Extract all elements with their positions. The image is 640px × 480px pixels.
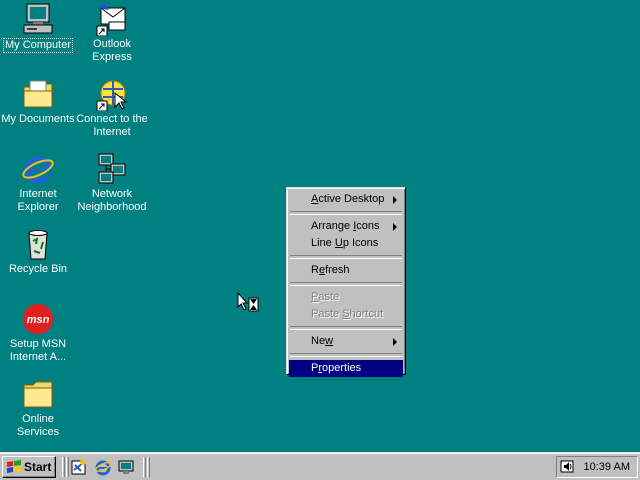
menu-item-new[interactable]: New [289, 333, 403, 350]
menu-item-label: hortcut [349, 308, 384, 320]
online-services-folder-icon [23, 381, 53, 408]
desktop-icon-label: Recycle Bin [8, 263, 68, 275]
desktop-icon-recycle-bin[interactable]: Recycle Bin [0, 227, 76, 276]
desktop-icon-label: Connect to the Internet [76, 113, 148, 138]
desktop-icon-label: Setup MSN Internet A... [9, 338, 67, 363]
menu-item-refresh[interactable]: Refresh [289, 262, 403, 279]
svg-text:msn: msn [27, 314, 50, 326]
msn-setup-icon: msn [23, 304, 53, 334]
toolbar-grip[interactable] [66, 457, 69, 477]
menu-item-arrange-icons[interactable]: Arrange Icons [289, 218, 403, 235]
menu-item-label: R [311, 264, 319, 276]
menu-item-label: operties [322, 362, 362, 374]
menu-item-accelerator: U [334, 237, 343, 249]
submenu-arrow-icon [393, 223, 397, 231]
menu-item-properties[interactable]: Properties [289, 360, 403, 377]
outlook-express-icon [96, 4, 126, 36]
start-label: Start [24, 460, 52, 474]
submenu-arrow-icon [393, 196, 397, 204]
desktop[interactable]: My Computer Outlook Express My Documents [0, 0, 640, 452]
menu-item-active-desktop[interactable]: Active Desktop [289, 191, 403, 208]
toolbar-grip[interactable] [147, 457, 150, 477]
desktop-icon-label: Network Neighborhood [77, 188, 147, 213]
busy-cursor-icon [237, 292, 259, 312]
network-neighborhood-icon [98, 153, 126, 184]
menu-item-line-up-icons[interactable]: Line Up Icons [289, 235, 403, 252]
taskbar: Start 10:39 AM [0, 452, 640, 480]
menu-item-accelerator: w [325, 335, 334, 347]
desktop-icon-label: Online Services [16, 413, 60, 438]
menu-separator [290, 353, 402, 357]
my-computer-icon [23, 3, 53, 34]
volume-icon[interactable] [560, 459, 576, 475]
menu-item-label: Paste [311, 308, 343, 320]
menu-item-paste-shortcut: Paste Shortcut [289, 306, 403, 323]
internet-explorer-icon [22, 156, 54, 184]
menu-item-accelerator: S [342, 308, 350, 320]
start-button[interactable]: Start [2, 456, 56, 478]
submenu-arrow-icon [393, 338, 397, 346]
launch-channels-icon[interactable] [70, 458, 88, 476]
system-tray: 10:39 AM [556, 456, 638, 478]
menu-item-label: fresh [325, 264, 350, 276]
taskbar-clock[interactable]: 10:39 AM [584, 461, 630, 473]
menu-item-label: Arrange [311, 220, 354, 232]
menu-item-label: cons [356, 220, 380, 232]
recycle-bin-icon [28, 230, 48, 260]
menu-item-label: ctive Desktop [318, 193, 385, 205]
my-documents-icon [23, 80, 53, 108]
desktop-icon-connect-internet[interactable]: Connect to the Internet [74, 77, 150, 139]
desktop-icon-online-services[interactable]: Online Services [0, 377, 76, 439]
desktop-icon-label: My Documents [1, 113, 75, 125]
internet-explorer-icon[interactable] [94, 458, 112, 476]
desktop-icon-my-documents[interactable]: My Documents [0, 77, 76, 126]
desktop-icon-internet-explorer[interactable]: Internet Explorer [0, 152, 76, 214]
windows-logo-icon [7, 460, 21, 473]
desktop-context-menu: Active Desktop Arrange Icons Line Up Ico… [286, 187, 406, 377]
menu-item-paste: Paste [289, 289, 403, 306]
desktop-icon-network-neighborhood[interactable]: Network Neighborhood [74, 152, 150, 214]
menu-separator [290, 282, 402, 286]
desktop-icon-outlook-express[interactable]: Outlook Express [74, 2, 150, 64]
menu-item-label: p Icons [342, 237, 379, 249]
menu-item-label: Line [311, 237, 335, 249]
menu-item-label: Ne [311, 335, 326, 347]
toolbar-grip[interactable] [143, 457, 146, 477]
desktop-icon-setup-msn[interactable]: msn Setup MSN Internet A... [0, 302, 76, 364]
desktop-icon-label: Outlook Express [92, 38, 132, 63]
menu-separator [290, 326, 402, 330]
menu-separator [290, 255, 402, 259]
desktop-icon-label: Internet Explorer [17, 188, 59, 213]
menu-item-label: aste [318, 291, 340, 303]
toolbar-grip[interactable] [62, 457, 65, 477]
menu-separator [290, 211, 402, 215]
desktop-icon-my-computer[interactable]: My Computer [0, 2, 76, 53]
desktop-icon-label: My Computer [2, 38, 74, 53]
connect-internet-icon [96, 80, 128, 111]
show-desktop-icon[interactable] [117, 458, 135, 476]
